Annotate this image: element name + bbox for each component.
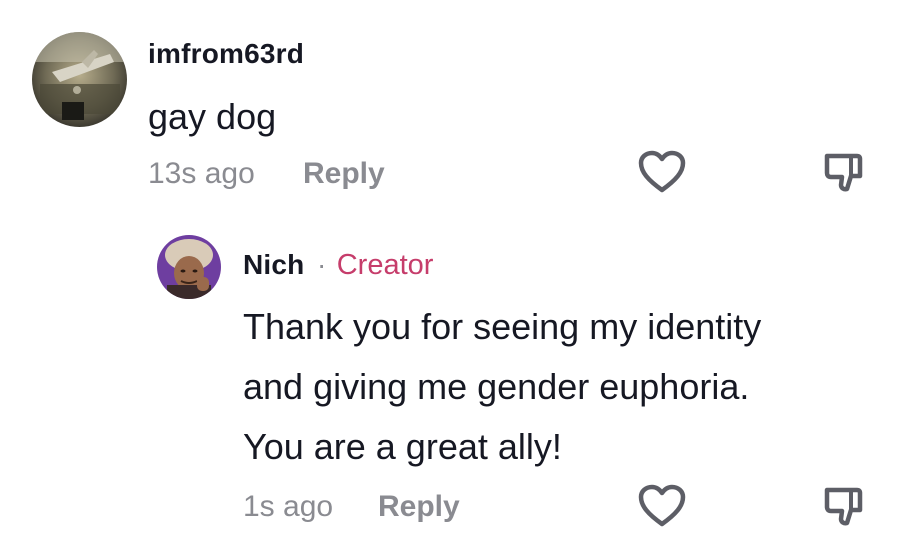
reply-header: Nich · Creator (243, 249, 433, 282)
reply-text-line-3: You are a great ally! (243, 426, 562, 467)
avatar-photo-icon (157, 235, 221, 299)
commenter-username[interactable]: imfrom63rd (148, 38, 304, 70)
separator-dot: · (316, 249, 327, 280)
commenter-avatar[interactable] (32, 32, 127, 127)
thumbs-down-icon (824, 153, 863, 192)
like-button[interactable] (638, 150, 686, 194)
comment-text: gay dog (148, 96, 277, 137)
reply-like-button[interactable] (638, 484, 686, 528)
comment-timestamp: 13s ago (148, 157, 255, 190)
dislike-button[interactable] (823, 152, 867, 194)
creator-badge: Creator (336, 249, 434, 281)
reply-text-line-1: Thank you for seeing my identity (243, 306, 762, 347)
reply-reply-button[interactable]: Reply (378, 490, 460, 524)
reply-text-line-2: and giving me gender euphoria. (243, 366, 750, 407)
avatar-photo-icon (32, 32, 127, 127)
creator-username[interactable]: Nich (243, 249, 304, 280)
creator-avatar[interactable] (157, 235, 221, 299)
heart-outline-icon (638, 484, 686, 527)
reply-dislike-button[interactable] (823, 486, 867, 528)
reply-timestamp: 1s ago (243, 490, 334, 523)
heart-outline-icon (638, 150, 686, 193)
thumbs-down-icon (824, 487, 863, 526)
reply-button[interactable]: Reply (303, 157, 385, 191)
